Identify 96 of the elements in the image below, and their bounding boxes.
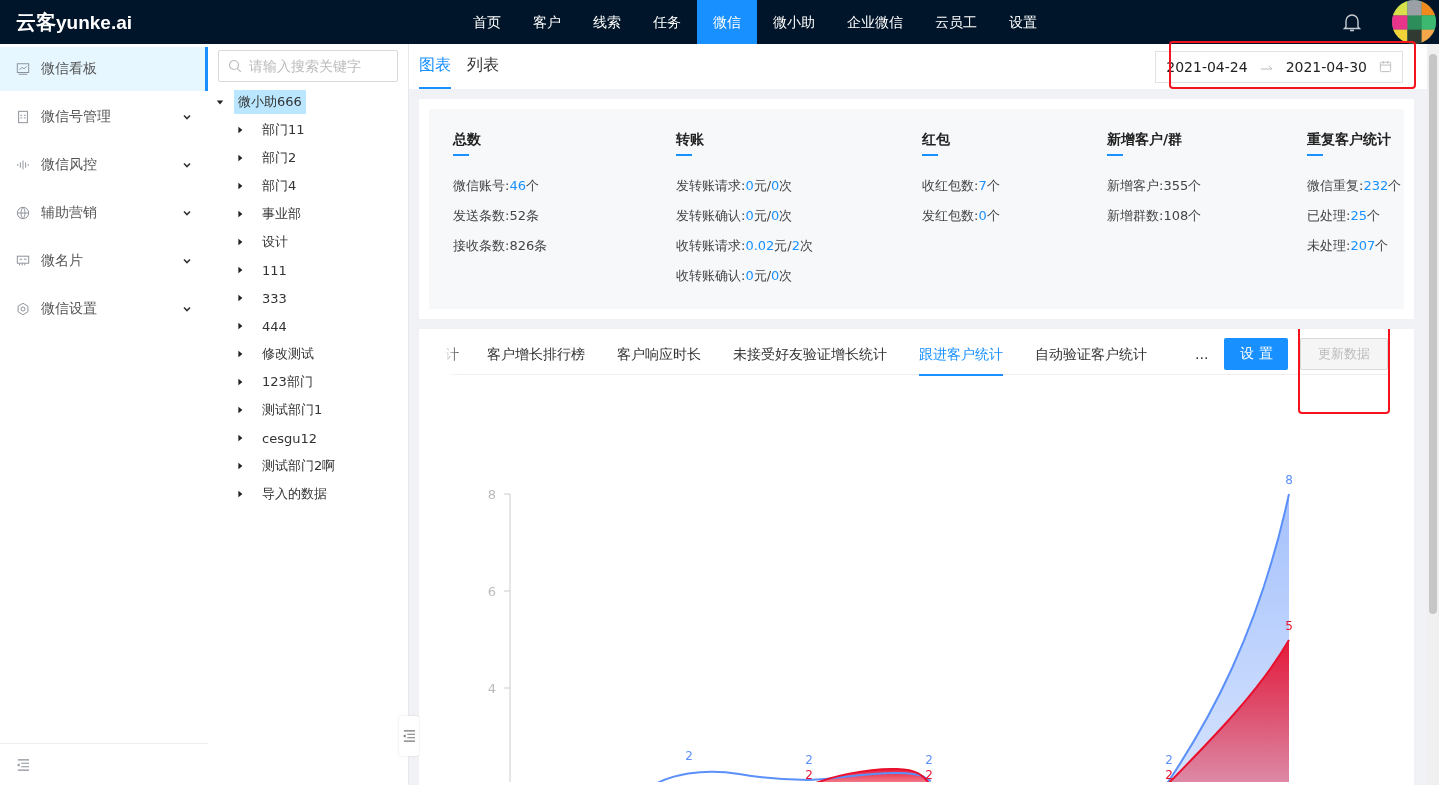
stat-line: 新增群数:108个	[1107, 207, 1202, 225]
tree-node[interactable]: 部门11	[258, 118, 309, 142]
stat-line: 未处理:207个	[1307, 237, 1389, 255]
sidebar-item[interactable]: 微信号管理	[0, 95, 208, 139]
data-label: 2	[1165, 753, 1173, 767]
data-label: 2	[805, 768, 813, 782]
stat-line: 微信重复:232个	[1307, 177, 1402, 195]
stat-title: 转账	[676, 131, 704, 156]
caret-right-icon[interactable]	[236, 462, 244, 470]
stat-line: 微信账号:46个	[453, 177, 539, 195]
stat-line: 发红包数:0个	[922, 207, 1000, 225]
stat-line: 已处理:25个	[1307, 207, 1380, 225]
tree-node[interactable]: 111	[258, 259, 291, 281]
axis-label: 8	[487, 487, 496, 502]
tree-node[interactable]: cesgu12	[258, 427, 321, 449]
data-label: 2	[1165, 768, 1173, 782]
collapse-menu-icon	[402, 730, 416, 742]
data-label: 8	[1285, 473, 1293, 487]
nav-tab[interactable]: 首页	[457, 0, 517, 44]
end-date: 2021-04-30	[1285, 58, 1367, 75]
caret-right-icon[interactable]	[236, 490, 244, 498]
stat-line: 新增客户:355个	[1107, 177, 1202, 195]
sidebar-item[interactable]: 微信风控	[0, 143, 208, 187]
tree-node[interactable]: 微小助666	[234, 90, 306, 114]
grid-icon	[16, 110, 30, 124]
sidebar-item[interactable]: 微信设置	[0, 287, 208, 331]
nav-tab[interactable]: 云员工	[919, 0, 993, 44]
nav-tab[interactable]: 线索	[577, 0, 637, 44]
caret-right-icon[interactable]	[236, 322, 244, 330]
tree-node[interactable]: 修改测试	[258, 342, 318, 366]
tree-node[interactable]: 测试部门1	[258, 398, 327, 422]
nav-tab[interactable]: 客户	[517, 0, 577, 44]
stat-line: 发送条数:52条	[453, 207, 539, 225]
settings-icon	[16, 302, 30, 316]
caret-right-icon[interactable]	[236, 406, 244, 414]
caret-right-icon[interactable]	[236, 182, 244, 190]
tree-node[interactable]: 事业部	[258, 202, 305, 226]
caret-right-icon[interactable]	[236, 210, 244, 218]
collapse-handle[interactable]	[399, 716, 419, 756]
stat-title: 总数	[453, 131, 481, 156]
data-label: 5	[1285, 619, 1293, 633]
stat-line: 收转账确认:0元/0次	[676, 267, 793, 285]
stat-line: 发转账确认:0元/0次	[676, 207, 793, 225]
tree-node[interactable]: 部门4	[258, 174, 301, 198]
tree-node[interactable]: 设计	[258, 230, 292, 254]
more-tabs-button[interactable]: ...	[1195, 346, 1209, 362]
caret-down-icon[interactable]	[216, 98, 224, 106]
stat-line: 接收条数:826条	[453, 237, 548, 255]
tree-node[interactable]: 部门2	[258, 146, 301, 170]
caret-right-icon[interactable]	[236, 350, 244, 358]
axis-label: 4	[487, 681, 496, 696]
card-icon	[16, 254, 30, 268]
caret-right-icon[interactable]	[236, 154, 244, 162]
stat-title: 重复客户统计	[1307, 131, 1391, 156]
logo: 云客yunke.ai	[15, 8, 134, 36]
data-label: 2	[685, 749, 693, 763]
scrollbar[interactable]	[1427, 44, 1439, 785]
chart-tab[interactable]: 未接受好友验证增长统计	[733, 332, 887, 376]
search-field[interactable]: 请输入搜索关键字	[218, 50, 398, 82]
nav-tab[interactable]: 企业微信	[831, 0, 919, 44]
caret-right-icon[interactable]	[236, 294, 244, 302]
tree-node[interactable]: 444	[258, 315, 291, 337]
stat-line: 发转账请求:0元/0次	[676, 177, 793, 195]
tree-node[interactable]: 测试部门2啊	[258, 454, 340, 478]
chart-tab[interactable]: 计	[445, 332, 459, 376]
nav-tab[interactable]: 任务	[637, 0, 697, 44]
tree-node[interactable]: 导入的数据	[258, 482, 331, 506]
nav-tab[interactable]: 设置	[993, 0, 1053, 44]
caret-right-icon[interactable]	[236, 434, 244, 442]
globe-icon	[16, 206, 30, 220]
calendar-icon	[1379, 60, 1392, 73]
caret-right-icon[interactable]	[236, 266, 244, 274]
axis-label: 6	[487, 584, 496, 599]
stat-line: 收转账请求:0.02元/2次	[676, 237, 813, 255]
data-label: 2	[805, 753, 813, 767]
stat-title: 红包	[922, 131, 950, 156]
chart-icon	[16, 62, 30, 76]
caret-right-icon[interactable]	[236, 126, 244, 134]
data-label: 2	[925, 753, 933, 767]
stat-title: 新增客户/群	[1107, 131, 1183, 156]
view-tab[interactable]: 列表	[467, 44, 499, 89]
search-icon	[228, 59, 242, 73]
caret-right-icon[interactable]	[236, 238, 244, 246]
nav-tab[interactable]: 微小助	[757, 0, 831, 44]
stat-line: 收红包数:7个	[922, 177, 1000, 195]
sidebar-item[interactable]: 微名片	[0, 239, 208, 283]
data-label: 2	[925, 768, 933, 782]
sidebar-item[interactable]: 辅助营销	[0, 191, 208, 235]
chart-tab[interactable]: 客户增长排行榜	[487, 332, 585, 376]
waveform-icon	[16, 158, 30, 172]
sidebar-item[interactable]: 微信看板	[0, 47, 208, 91]
tree-node[interactable]: 123部门	[258, 370, 317, 394]
tree-node[interactable]: 333	[258, 287, 291, 309]
caret-right-icon[interactable]	[236, 378, 244, 386]
chart-tab[interactable]: 自动验证客户统计	[1035, 332, 1147, 376]
chart-tab[interactable]: 客户响应时长	[617, 332, 701, 376]
